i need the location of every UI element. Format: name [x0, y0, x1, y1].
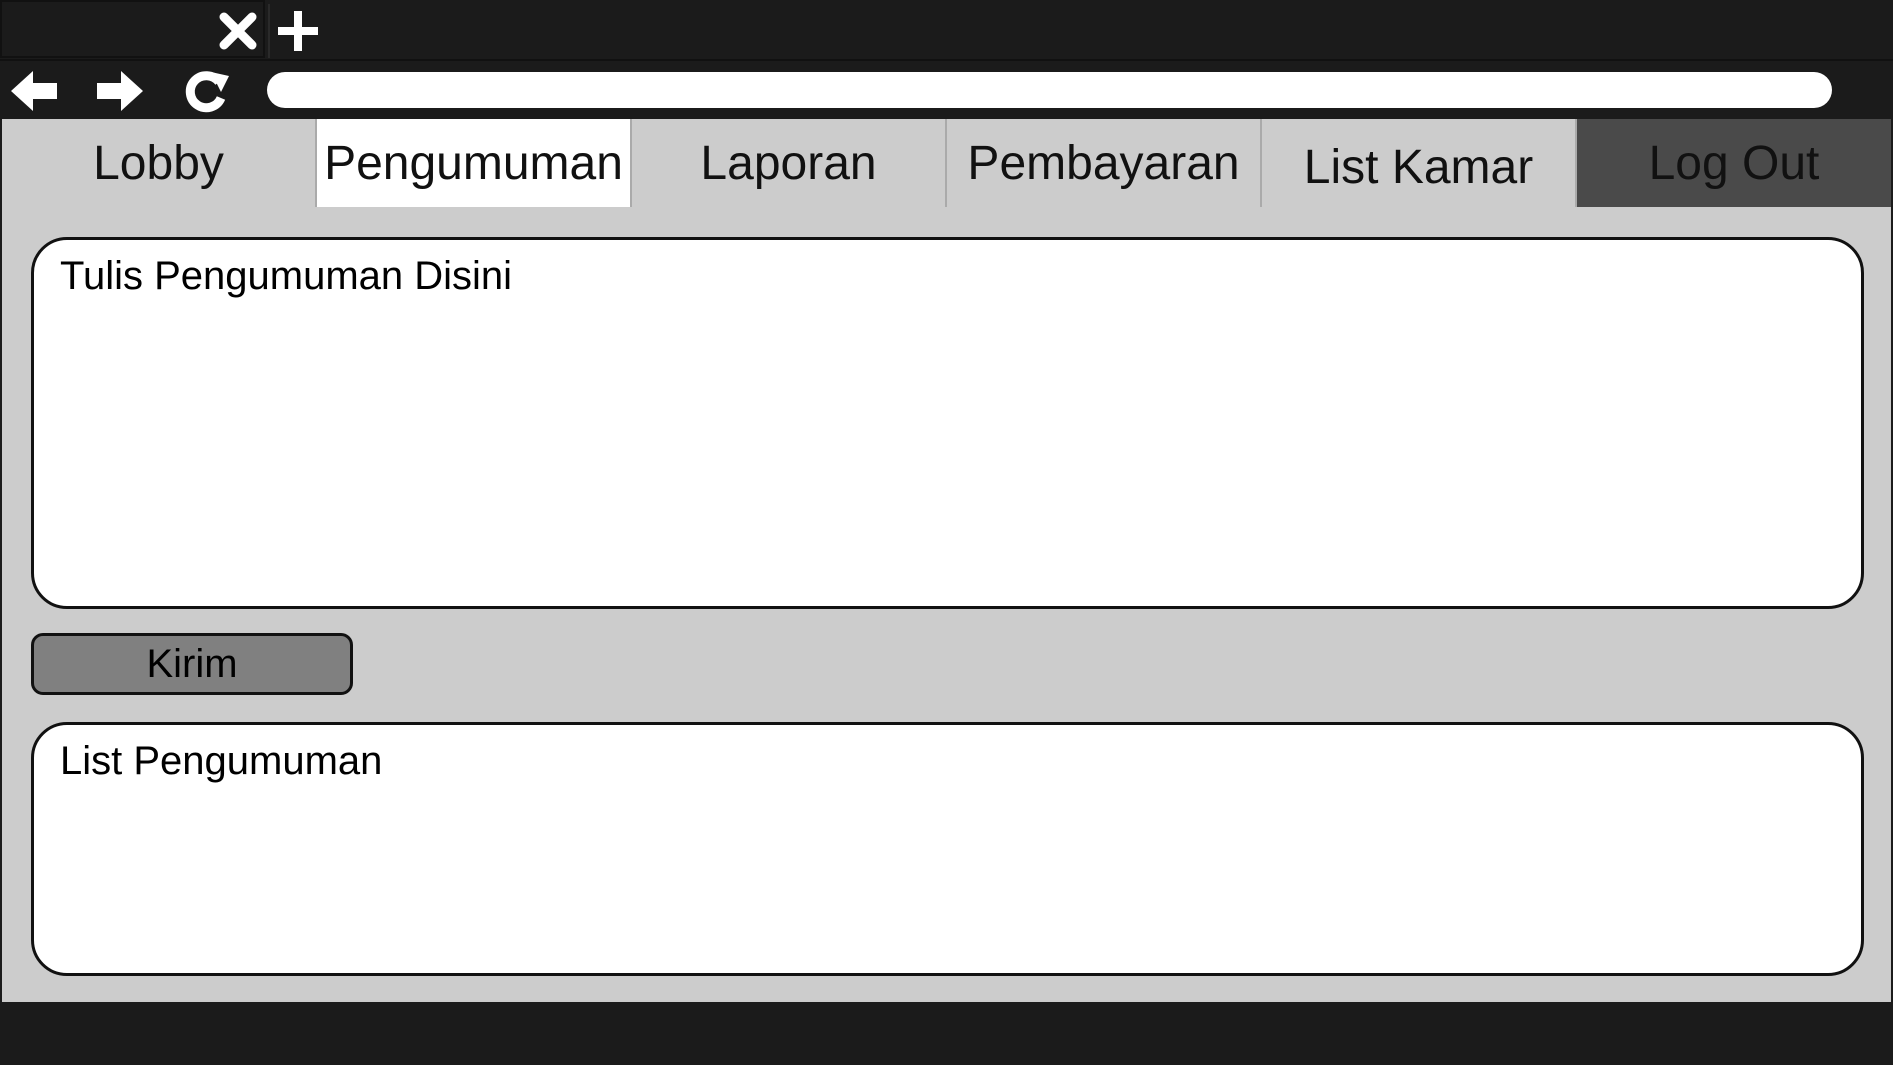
menu-item-laporan[interactable]: Laporan	[632, 119, 947, 207]
arrow-left-icon[interactable]	[4, 65, 64, 117]
menu-item-label: List Kamar	[1303, 140, 1534, 194]
announcement-compose-box	[31, 237, 1864, 609]
send-button-label: Kirim	[146, 641, 238, 686]
arrow-right-icon[interactable]	[90, 65, 150, 117]
send-button[interactable]: Kirim	[31, 633, 353, 695]
menu-item-pembayaran[interactable]: Pembayaran	[947, 119, 1262, 207]
browser-navigation-bar	[0, 61, 1893, 119]
announcement-input[interactable]	[60, 254, 1835, 592]
bottom-bar	[0, 1002, 1893, 1065]
plus-icon[interactable]	[268, 4, 326, 58]
menu-item-label: Pengumuman	[324, 136, 623, 190]
menu-item-label: Lobby	[93, 136, 224, 190]
menu-item-lobby[interactable]: Lobby	[2, 119, 317, 207]
page-viewport: Lobby Pengumuman Laporan Pembayaran List…	[2, 119, 1891, 1002]
browser-window: Lobby Pengumuman Laporan Pembayaran List…	[0, 0, 1893, 1065]
menu-item-pengumuman[interactable]: Pengumuman	[317, 119, 632, 207]
reload-icon[interactable]	[176, 65, 236, 117]
close-icon[interactable]	[212, 6, 264, 56]
menu-item-label: Pembayaran	[967, 136, 1240, 190]
logout-button[interactable]: Log Out	[1577, 119, 1891, 207]
announcement-list: List Pengumuman	[31, 722, 1864, 976]
address-bar[interactable]	[267, 72, 1832, 108]
menu-item-label: Laporan	[700, 136, 877, 190]
menu-item-list-kamar[interactable]: List Kamar	[1262, 119, 1577, 207]
main-menu: Lobby Pengumuman Laporan Pembayaran List…	[2, 119, 1891, 207]
announcement-list-title: List Pengumuman	[60, 739, 383, 783]
browser-tab-strip	[0, 0, 1893, 61]
logout-label: Log Out	[1648, 136, 1820, 190]
